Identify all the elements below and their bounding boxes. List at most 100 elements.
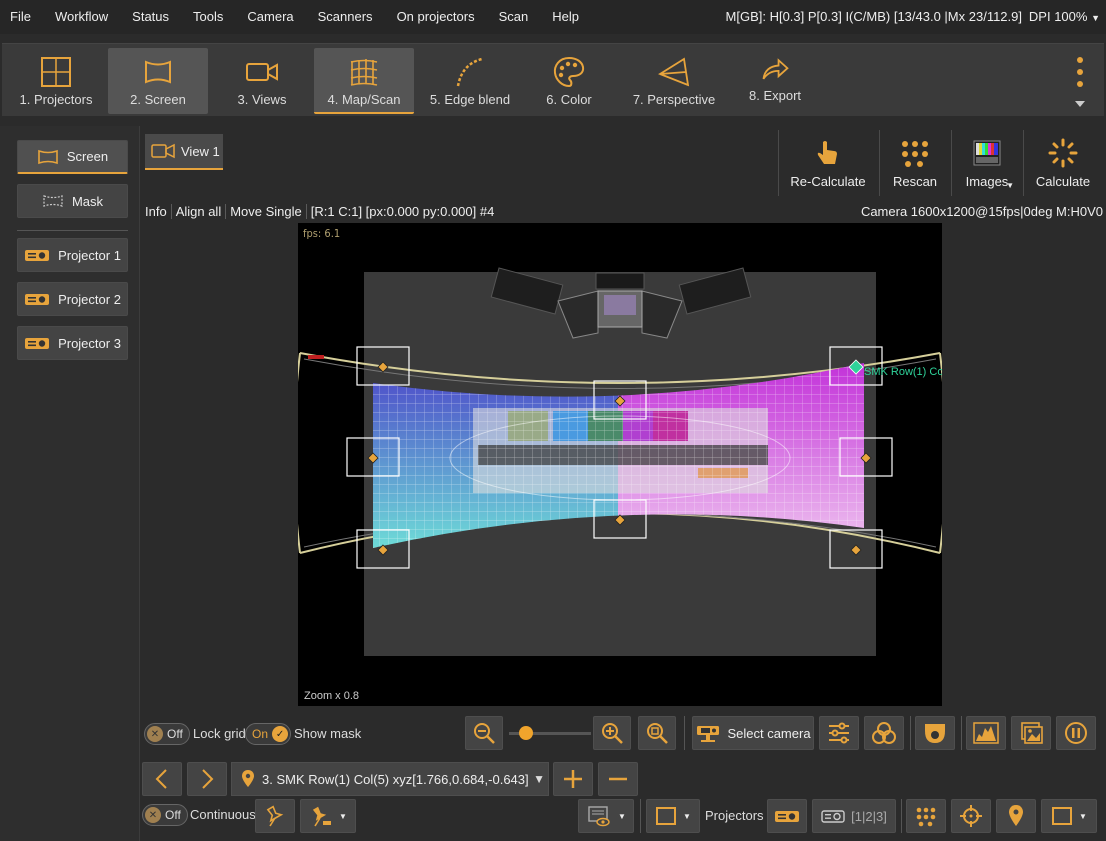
info-bar: Info Align all Move Single [R:1 C:1] [px… [145, 202, 1103, 220]
rgb-circles-icon [872, 722, 896, 744]
menu-camera[interactable]: Camera [235, 0, 305, 34]
rescan-label: Rescan [892, 174, 938, 189]
menu-scanners[interactable]: Scanners [306, 0, 385, 34]
divider [1023, 130, 1024, 196]
continuous-toggle[interactable]: ✕ Off [142, 804, 188, 826]
workflow-step-edge-blend[interactable]: 5. Edge blend [420, 48, 520, 114]
camera-view-button[interactable] [915, 716, 955, 750]
pushpin-settings-icon [312, 806, 332, 827]
point-select-value: 3. SMK Row(1) Col(5) xyz[1.766,0.684,-0.… [262, 771, 529, 787]
chevron-down-icon: ▼ [618, 811, 626, 821]
projector-2-button[interactable]: Projector 2 [17, 282, 128, 316]
off-knob-icon: ✕ [145, 807, 161, 823]
chevron-left-icon [155, 769, 167, 789]
chevron-down-icon: ▼ [1006, 181, 1014, 190]
camera-info: Camera 1600x1200@15fps|0deg M:H0V0 [860, 203, 1103, 219]
mask-button[interactable]: Mask [17, 184, 128, 218]
next-point-button[interactable] [187, 762, 227, 796]
workflow-step-projectors[interactable]: 1. Projectors [10, 48, 102, 114]
square-icon [1052, 807, 1073, 825]
layers-view-button[interactable]: ▼ [578, 799, 634, 833]
workflow-step-color[interactable]: 6. Color [526, 48, 612, 114]
camera-viewport[interactable]: fps: 6.1 Zoom x 0.8 SMK Row(1) Col [298, 223, 942, 706]
projector-1-button[interactable]: Projector 1 [17, 238, 128, 272]
pin-tool-button[interactable] [255, 799, 295, 833]
point-select-dropdown[interactable]: 3. SMK Row(1) Col(5) xyz[1.766,0.684,-0.… [231, 762, 549, 796]
menu-status[interactable]: Status [120, 0, 181, 34]
palette-icon [553, 56, 585, 88]
menu-workflow[interactable]: Workflow [43, 0, 120, 34]
workflow-step-perspective[interactable]: 7. Perspective [624, 48, 724, 114]
show-mask-toggle[interactable]: On ✓ [245, 723, 292, 745]
divider [901, 799, 902, 833]
screen-icon [38, 149, 58, 164]
chevron-down-icon: ▼ [533, 772, 545, 786]
camera-settings-button[interactable] [819, 716, 859, 750]
workflow-step-export[interactable]: 8. Export [730, 48, 820, 114]
left-panel: Screen Mask Projector 1 Projector 2 Proj… [0, 126, 140, 841]
histogram-button[interactable] [966, 716, 1006, 750]
projector-set-label: [1|2|3] [851, 808, 887, 824]
add-point-button[interactable] [553, 762, 593, 796]
projector-label: Projector 2 [58, 291, 121, 307]
images-button[interactable]: Images ▼ [956, 130, 1018, 196]
rescan-button[interactable]: Rescan [884, 130, 946, 196]
menu-help[interactable]: Help [540, 0, 591, 34]
plus-icon [564, 770, 582, 788]
pin-options-button[interactable]: ▼ [300, 799, 356, 833]
spinner-icon [1048, 138, 1078, 168]
points-view-button[interactable] [906, 799, 946, 833]
camera-color-button[interactable] [864, 716, 904, 750]
workflow-step-map-scan[interactable]: 4. Map/Scan [314, 48, 414, 114]
pause-button[interactable] [1056, 716, 1096, 750]
more-options-icon[interactable] [1070, 52, 1090, 112]
select-camera-label: Select camera [727, 725, 811, 741]
crosshair-button[interactable] [951, 799, 991, 833]
frame-mode-button[interactable]: ▼ [1041, 799, 1097, 833]
projector-toggle-button[interactable] [767, 799, 807, 833]
screen-button[interactable]: Screen [17, 140, 128, 174]
zoom-in-button[interactable] [593, 716, 631, 750]
menu-file[interactable]: File [0, 0, 43, 34]
calculate-button[interactable]: Calculate [1030, 130, 1096, 196]
align-all-link[interactable]: Align all [172, 203, 227, 219]
display-mode-button[interactable]: ▼ [646, 799, 700, 833]
photo-icon [1021, 722, 1043, 744]
dpi-selector[interactable]: DPI 100% ▼ [1029, 0, 1100, 35]
divider [879, 130, 880, 196]
zoom-fit-icon [647, 723, 668, 744]
snapshot-button[interactable] [1011, 716, 1051, 750]
dome-camera-icon [925, 724, 945, 743]
workflow-step-label: 3. Views [237, 92, 287, 107]
zoom-slider-handle[interactable] [519, 726, 533, 740]
chevron-down-icon: ▼ [339, 811, 347, 821]
hand-pointer-icon [817, 141, 837, 164]
info-link[interactable]: Info [145, 203, 172, 219]
test-pattern-icon [973, 140, 1001, 166]
tab-view-1[interactable]: View 1 [145, 134, 223, 170]
zoom-fit-button[interactable] [638, 716, 676, 750]
projector-3-button[interactable]: Projector 3 [17, 326, 128, 360]
projector-label: Projector 1 [58, 247, 121, 263]
lock-grid-toggle[interactable]: ✕ Off [144, 723, 190, 745]
zoom-out-button[interactable] [465, 716, 503, 750]
projector-set-button[interactable]: [1|2|3] [812, 799, 896, 833]
remove-point-button[interactable] [598, 762, 638, 796]
menu-tools[interactable]: Tools [181, 0, 235, 34]
previous-point-button[interactable] [142, 762, 182, 796]
dots-grid-icon [916, 807, 936, 827]
select-camera-button[interactable]: Select camera [692, 716, 814, 750]
move-single-link[interactable]: Move Single [226, 203, 307, 219]
location-button[interactable] [996, 799, 1036, 833]
divider [910, 716, 911, 750]
menu-on-projectors[interactable]: On projectors [385, 0, 487, 34]
workflow-step-views[interactable]: 3. Views [214, 48, 310, 114]
divider [17, 230, 128, 231]
workflow-step-screen[interactable]: 2. Screen [108, 48, 208, 114]
menu-scan[interactable]: Scan [487, 0, 541, 34]
projector-icon [775, 811, 799, 822]
recalculate-button[interactable]: Re-Calculate [786, 130, 870, 196]
eye-document-icon [588, 806, 610, 827]
projector-icon [25, 294, 50, 305]
pushpin-icon [266, 805, 284, 827]
